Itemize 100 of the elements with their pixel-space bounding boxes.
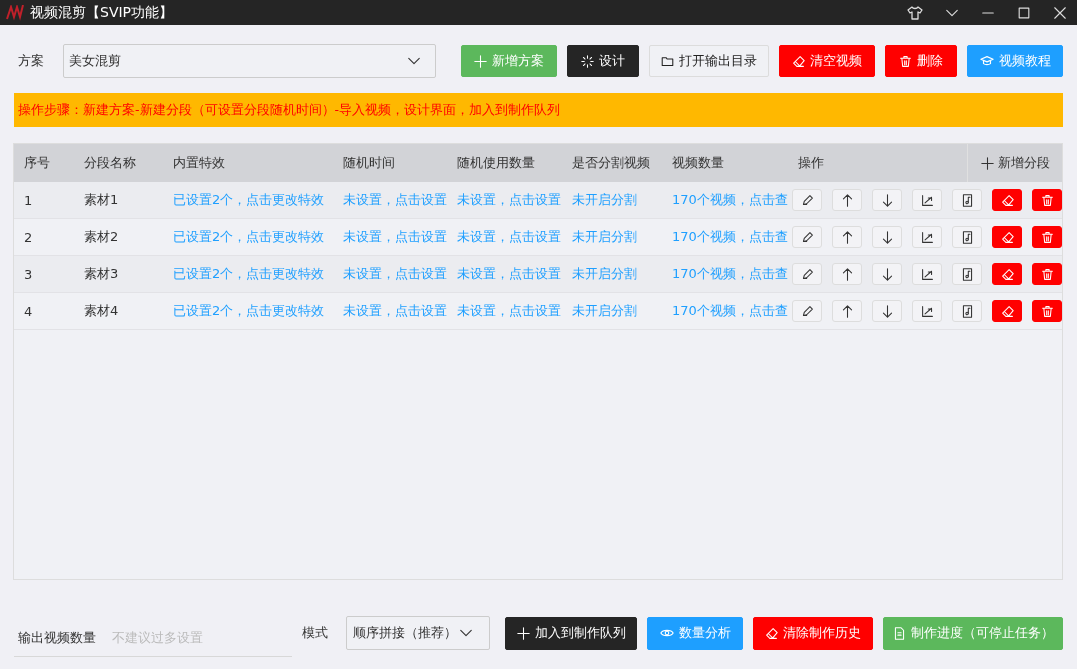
clear-history-button[interactable]: 清除制作历史: [753, 616, 873, 650]
chart-icon: [920, 193, 934, 207]
audio-button[interactable]: [952, 226, 982, 248]
table-link[interactable]: 已设置2个，点击更改特效: [163, 265, 333, 283]
arrow-up-icon: [840, 193, 854, 207]
table-link[interactable]: 未开启分割: [562, 302, 662, 320]
quantity-analysis-button[interactable]: 数量分析: [647, 616, 743, 650]
music-file-icon: [960, 304, 974, 318]
audio-button[interactable]: [952, 263, 982, 285]
move-up-button[interactable]: [832, 263, 862, 285]
clear-button[interactable]: [992, 263, 1022, 285]
eraser-icon: [765, 626, 778, 640]
add-to-queue-button[interactable]: 加入到制作队列: [505, 616, 637, 650]
close-icon[interactable]: [1053, 5, 1067, 20]
table-link[interactable]: 未设置，点击设置: [333, 228, 447, 246]
eraser-icon: [1000, 230, 1014, 244]
column-header: 随机时间: [342, 154, 396, 172]
trash-icon: [1040, 193, 1054, 207]
trash-icon: [1040, 267, 1054, 281]
table-link[interactable]: 已设置2个，点击更改特效: [163, 302, 333, 320]
edit-button[interactable]: [792, 300, 822, 322]
table-link[interactable]: 未开启分割: [562, 228, 662, 246]
document-icon: [892, 626, 906, 640]
arrow-up-icon: [840, 230, 854, 244]
table-link[interactable]: 170个视频，点击查: [662, 228, 788, 246]
move-up-button[interactable]: [832, 300, 862, 322]
table-cell-text: 素材4: [83, 302, 120, 320]
table-link[interactable]: 未设置，点击设置: [447, 302, 562, 320]
instructions-banner: 操作步骤：新建方案-新建分段（可设置分段随机时间）-导入视频，设计界面，加入到制作队列: [14, 93, 1063, 127]
arrow-up-icon: [840, 304, 854, 318]
table-cell-text: 3: [23, 266, 34, 282]
column-header: 序号: [23, 154, 51, 172]
column-header: 操作: [797, 154, 825, 172]
table-link[interactable]: 170个视频，点击查: [662, 302, 788, 320]
output-count-label: 输出视频数量: [18, 628, 96, 647]
clear-button[interactable]: [992, 300, 1022, 322]
import-button[interactable]: [912, 189, 942, 211]
mode-dropdown[interactable]: 顺序拼接（推荐）: [346, 616, 490, 650]
arrow-down-icon: [880, 267, 894, 281]
clear-videos-button[interactable]: 清空视频: [779, 45, 875, 77]
open-output-folder-button[interactable]: 打开输出目录: [649, 45, 769, 77]
column-header: 视频数量: [671, 154, 725, 172]
arrow-up-icon: [840, 267, 854, 281]
move-up-button[interactable]: [832, 226, 862, 248]
delete-row-button[interactable]: [1032, 189, 1062, 211]
import-button[interactable]: [912, 263, 942, 285]
move-down-button[interactable]: [872, 189, 902, 211]
move-down-button[interactable]: [872, 300, 902, 322]
delete-row-button[interactable]: [1032, 300, 1062, 322]
scheme-dropdown[interactable]: 美女混剪: [63, 44, 436, 78]
import-button[interactable]: [912, 226, 942, 248]
delete-row-button[interactable]: [1032, 226, 1062, 248]
edit-button[interactable]: [792, 263, 822, 285]
audio-button[interactable]: [952, 300, 982, 322]
table-link[interactable]: 已设置2个，点击更改特效: [163, 191, 333, 209]
music-file-icon: [960, 267, 974, 281]
delete-row-button[interactable]: [1032, 263, 1062, 285]
table-link[interactable]: 未设置，点击设置: [333, 191, 447, 209]
maximize-icon[interactable]: [1017, 5, 1031, 20]
table-cell-text: 2: [23, 229, 34, 245]
table-link[interactable]: 未设置，点击设置: [447, 191, 562, 209]
progress-button[interactable]: 制作进度（可停止任务）: [883, 616, 1063, 650]
scheme-value: 美女混剪: [69, 52, 121, 70]
folder-icon: [661, 54, 674, 68]
audio-button[interactable]: [952, 189, 982, 211]
trash-icon: [899, 54, 912, 68]
arrow-down-icon: [880, 230, 894, 244]
column-header: 内置特效: [172, 154, 226, 172]
plus-icon: [474, 54, 487, 68]
table-link[interactable]: 已设置2个，点击更改特效: [163, 228, 333, 246]
eraser-icon: [1000, 304, 1014, 318]
delete-button[interactable]: 删除: [885, 45, 957, 77]
shirt-icon[interactable]: [907, 4, 923, 21]
plus-icon: [516, 626, 530, 640]
edit-button[interactable]: [792, 189, 822, 211]
import-button[interactable]: [912, 300, 942, 322]
move-down-button[interactable]: [872, 263, 902, 285]
trash-icon: [1040, 304, 1054, 318]
table-link[interactable]: 未开启分割: [562, 265, 662, 283]
table-link[interactable]: 未设置，点击设置: [447, 265, 562, 283]
table-link[interactable]: 未设置，点击设置: [333, 265, 447, 283]
pencil-icon: [800, 230, 814, 244]
video-tutorial-button[interactable]: 视频教程: [967, 45, 1063, 77]
move-up-button[interactable]: [832, 189, 862, 211]
move-down-button[interactable]: [872, 226, 902, 248]
new-scheme-button[interactable]: 新增方案: [461, 45, 557, 77]
clear-button[interactable]: [992, 189, 1022, 211]
clear-button[interactable]: [992, 226, 1022, 248]
table-link[interactable]: 170个视频，点击查: [662, 191, 788, 209]
table-cell-text: 素材3: [83, 265, 120, 283]
edit-button[interactable]: [792, 226, 822, 248]
table-link[interactable]: 170个视频，点击查: [662, 265, 788, 283]
mode-label: 模式: [301, 624, 329, 642]
table-link[interactable]: 未设置，点击设置: [447, 228, 562, 246]
trash-icon: [1040, 230, 1054, 244]
design-button[interactable]: 设计: [567, 45, 639, 77]
table-link[interactable]: 未开启分割: [562, 191, 662, 209]
column-header: 随机使用数量: [456, 154, 536, 172]
graduation-cap-icon: [979, 54, 994, 68]
table-link[interactable]: 未设置，点击设置: [333, 302, 447, 320]
